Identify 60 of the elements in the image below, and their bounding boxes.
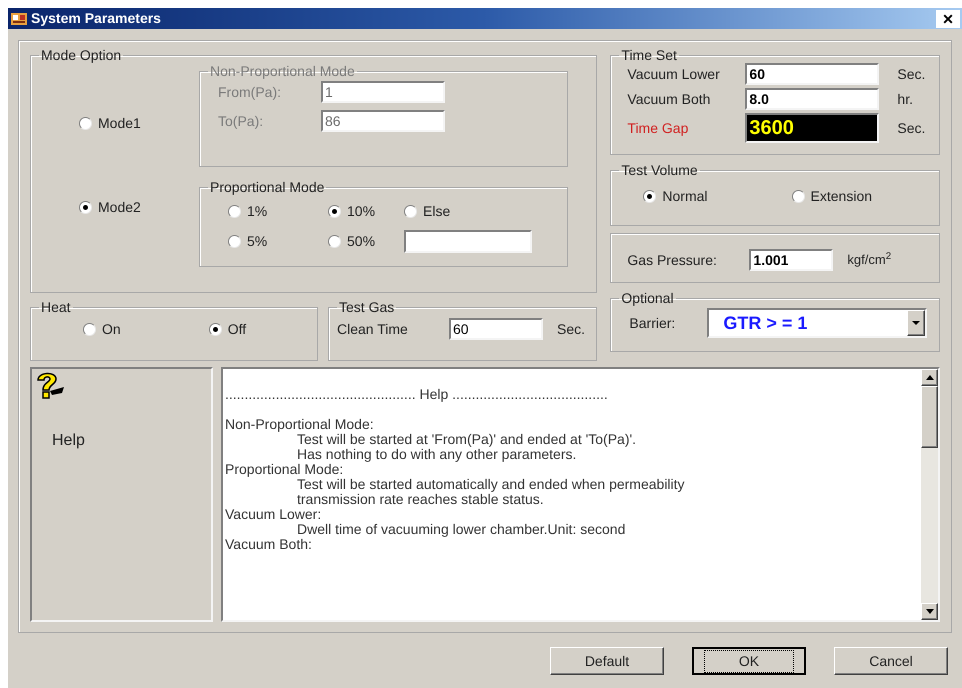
group-title: Optional: [620, 290, 675, 306]
field-label: Barrier:: [628, 314, 676, 332]
unit-label: Sec.: [897, 118, 926, 138]
help-label: Help: [51, 431, 86, 451]
group-title: Mode Option: [40, 47, 122, 63]
dialog-button[interactable]: Default: [550, 647, 664, 675]
scroll-up-icon[interactable]: [921, 369, 938, 386]
group-title: Test Volume: [620, 162, 699, 178]
radio-option[interactable]: Mode2: [79, 196, 199, 218]
group-title: Heat: [40, 299, 72, 315]
input-field[interactable]: 1.001: [749, 249, 834, 271]
radio-option[interactable]: 5%: [228, 231, 328, 252]
unit-label: Sec.: [897, 64, 926, 84]
radio-option[interactable]: Off: [208, 319, 246, 340]
help-line: Has nothing to do with any other parameters.: [296, 447, 578, 462]
barrier-dropdown[interactable]: GTR > = 1: [707, 308, 928, 338]
scroll-down-icon[interactable]: [921, 603, 938, 620]
field-label: To(Pa):: [218, 112, 264, 131]
else-field[interactable]: [404, 230, 532, 253]
input-field[interactable]: 60: [745, 63, 880, 85]
group-title: Non-Proportional Mode: [209, 63, 356, 79]
dialog-button[interactable]: Cancel: [834, 647, 948, 675]
help-line: ................................................. Help ........................................: [225, 387, 609, 402]
app-icon: [10, 10, 28, 26]
field-label: Clean Time: [337, 320, 409, 338]
unit-label: hr.: [897, 90, 913, 108]
group-title: Test Gas: [338, 299, 396, 315]
radio-option[interactable]: 10%: [328, 201, 404, 222]
help-line: transmission rate reaches stable status.: [296, 492, 545, 507]
help-line: Vacuum Both:: [225, 537, 313, 552]
help-line: Dwell time of vacuuming lower chamber.Unit: second: [296, 522, 626, 537]
group-title: Proportional Mode: [209, 179, 326, 195]
group-title: Time Set: [620, 47, 678, 63]
radio-option[interactable]: Extension: [792, 186, 872, 207]
field-label: From(Pa):: [218, 82, 282, 102]
help-line: Test will be started automatically and ended when permeability: [297, 477, 686, 492]
unit-label: kgf/cm$^{2}$: [847, 250, 892, 270]
field-label: Vacuum Lower: [627, 64, 721, 84]
radio-option[interactable]: Else: [404, 201, 560, 222]
help-line: Proportional Mode:: [225, 462, 344, 477]
close-button[interactable]: ×: [936, 10, 960, 28]
window-title: System Parameters: [31, 9, 162, 28]
radio-option[interactable]: 50%: [328, 231, 404, 252]
time-gap-display: 3600: [745, 113, 880, 143]
field-label: Vacuum Both: [627, 90, 712, 108]
field-label: Time Gap: [627, 118, 690, 138]
help-line: Non-Proportional Mode:: [225, 417, 375, 432]
help-line: Test will be started at 'From(Pa)' and ended at 'To(Pa)'.: [297, 432, 638, 447]
radio-option[interactable]: Normal: [643, 186, 708, 207]
field-label: Gas Pressure:: [627, 250, 718, 270]
radio-option[interactable]: On: [83, 319, 121, 340]
radio-option[interactable]: 1%: [228, 201, 328, 222]
unit-label: Sec.: [557, 320, 586, 338]
scrollbar[interactable]: [921, 369, 938, 620]
dialog-button[interactable]: OK: [692, 647, 806, 675]
scroll-thumb[interactable]: [921, 386, 938, 448]
input-field[interactable]: 8.0: [745, 88, 880, 110]
input-field[interactable]: 60: [449, 318, 543, 340]
radio-option[interactable]: Mode1: [79, 112, 199, 134]
help-line: Vacuum Lower:: [225, 507, 322, 522]
